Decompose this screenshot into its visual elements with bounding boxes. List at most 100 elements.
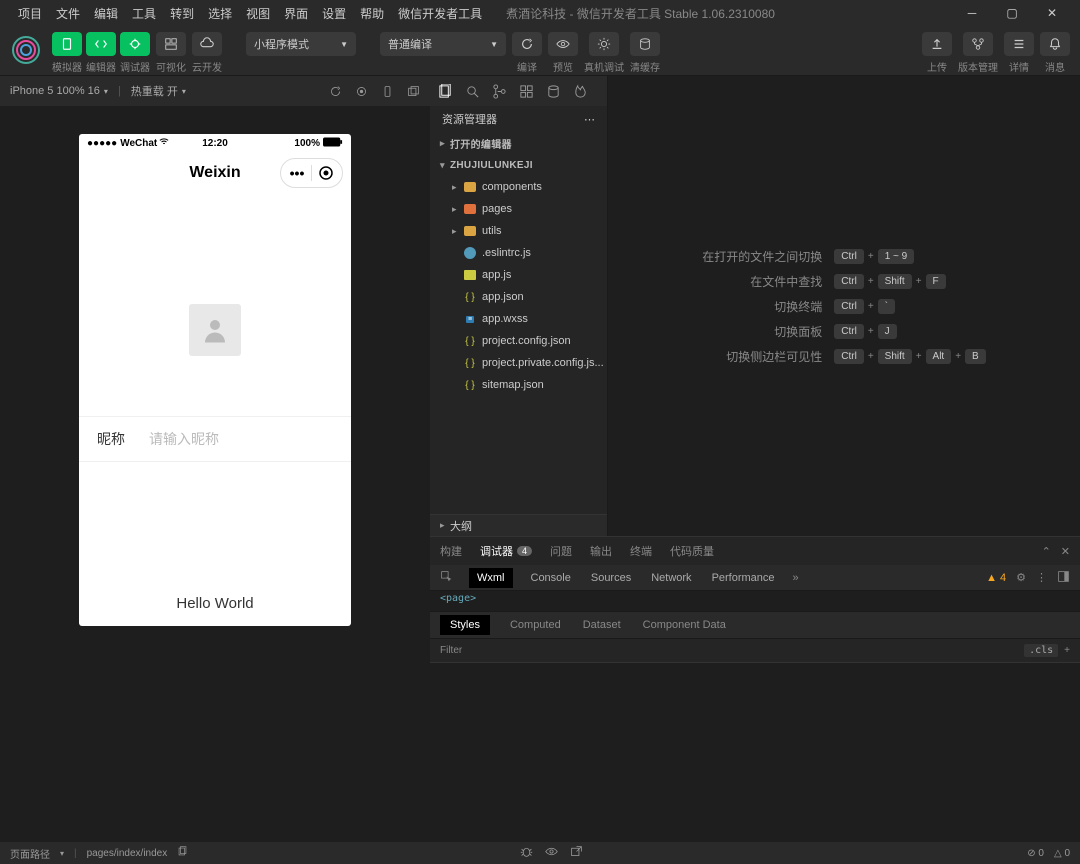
- chevron-up-icon[interactable]: ⌃: [1042, 545, 1051, 558]
- close-icon[interactable]: ✕: [1061, 545, 1070, 558]
- menu-tools[interactable]: 工具: [126, 3, 162, 24]
- refresh-icon[interactable]: [328, 84, 342, 98]
- devtools-tab-performance[interactable]: Performance: [710, 568, 777, 588]
- kebab-icon[interactable]: ⋮: [1036, 571, 1047, 584]
- menu-goto[interactable]: 转到: [164, 3, 200, 24]
- debugger-tab-代码质量[interactable]: 代码质量: [670, 543, 714, 559]
- styles-tab-computed[interactable]: Computed: [508, 615, 563, 635]
- compile-select[interactable]: 普通编译▼: [380, 32, 506, 56]
- mode-select[interactable]: 小程序模式▼: [246, 32, 356, 56]
- devtools-tab-console[interactable]: Console: [529, 568, 573, 588]
- file-app.json[interactable]: { }app.json: [430, 286, 607, 308]
- upload-button[interactable]: [922, 32, 952, 56]
- menu-select[interactable]: 选择: [202, 3, 238, 24]
- tab-debugger[interactable]: [120, 32, 150, 56]
- file-app.wxss[interactable]: ≡app.wxss: [430, 308, 607, 330]
- warning-count[interactable]: △ 0: [1054, 848, 1070, 859]
- page-path-value[interactable]: pages/index/index: [87, 848, 168, 859]
- menu-view[interactable]: 视图: [240, 3, 276, 24]
- record-icon[interactable]: [354, 84, 368, 98]
- maximize-button[interactable]: ▢: [992, 0, 1032, 26]
- editor-hint: 在打开的文件之间切换Ctrl+1 ~ 9: [702, 248, 985, 265]
- clear-cache-button[interactable]: [630, 32, 660, 56]
- minimize-button[interactable]: ─: [952, 0, 992, 26]
- tab-simulator-label: 模拟器: [52, 59, 82, 74]
- vcs-button[interactable]: [963, 32, 993, 56]
- file-.eslintrc.js[interactable]: .eslintrc.js: [430, 242, 607, 264]
- tab-visualize[interactable]: [156, 32, 186, 56]
- file-sitemap.json[interactable]: { }sitemap.json: [430, 374, 607, 396]
- compile-button[interactable]: [512, 32, 542, 56]
- cls-button[interactable]: .cls: [1024, 644, 1058, 657]
- nickname-input[interactable]: 请输入昵称: [149, 429, 219, 449]
- device-icon[interactable]: [380, 84, 394, 98]
- search-icon[interactable]: [465, 84, 480, 99]
- popout-icon[interactable]: [570, 845, 583, 861]
- menu-project[interactable]: 项目: [12, 3, 48, 24]
- devtools-tab-sources[interactable]: Sources: [589, 568, 633, 588]
- styles-tab-styles[interactable]: Styles: [440, 615, 490, 635]
- battery-label: 100%: [294, 138, 320, 149]
- debugger-tab-构建[interactable]: 构建: [440, 543, 462, 559]
- menu-help[interactable]: 帮助: [354, 3, 390, 24]
- styles-tab-dataset[interactable]: Dataset: [581, 615, 623, 635]
- tab-editor[interactable]: [86, 32, 116, 56]
- explorer-icon[interactable]: [438, 84, 453, 99]
- styles-tab-component-data[interactable]: Component Data: [641, 615, 728, 635]
- nickname-label: 昵称: [97, 429, 125, 449]
- folder-utils[interactable]: ▸utils: [430, 220, 607, 242]
- target-icon[interactable]: [312, 161, 340, 185]
- remote-debug-button[interactable]: [589, 32, 619, 56]
- debugger-tab-输出[interactable]: 输出: [590, 543, 612, 559]
- notify-button[interactable]: [1040, 32, 1070, 56]
- bug-icon[interactable]: [520, 845, 533, 861]
- menu-dots-icon[interactable]: •••: [283, 161, 311, 185]
- element-markup[interactable]: <page>: [430, 591, 1080, 611]
- project-section[interactable]: ▾ZHUJIULUNKEJI: [430, 154, 607, 176]
- error-count[interactable]: ⊘ 0: [1027, 848, 1044, 859]
- popout-icon[interactable]: [406, 84, 420, 98]
- tab-editor-label: 编辑器: [86, 59, 116, 74]
- folder-pages[interactable]: ▸pages: [430, 198, 607, 220]
- menu-file[interactable]: 文件: [50, 3, 86, 24]
- avatar-placeholder[interactable]: [189, 304, 241, 356]
- filter-input[interactable]: Filter: [440, 645, 1024, 656]
- debugger-tab-调试器[interactable]: 调试器 4: [480, 543, 532, 559]
- eye-icon[interactable]: [545, 845, 558, 861]
- copy-icon[interactable]: [177, 846, 188, 860]
- device-select[interactable]: iPhone 5 100% 16: [10, 85, 100, 97]
- open-editors-section[interactable]: ▸打开的编辑器: [430, 132, 607, 154]
- tab-cloud[interactable]: [192, 32, 222, 56]
- file-app.js[interactable]: app.js: [430, 264, 607, 286]
- folder-components[interactable]: ▸components: [430, 176, 607, 198]
- tab-simulator[interactable]: [52, 32, 82, 56]
- menu-edit[interactable]: 编辑: [88, 3, 124, 24]
- warning-badge[interactable]: ▲ 4: [986, 572, 1006, 584]
- menu-settings[interactable]: 设置: [316, 3, 352, 24]
- extensions-icon[interactable]: [519, 84, 534, 99]
- menu-interface[interactable]: 界面: [278, 3, 314, 24]
- git-icon[interactable]: [492, 84, 507, 99]
- db-icon[interactable]: [546, 84, 561, 99]
- preview-button[interactable]: [548, 32, 578, 56]
- gear-icon[interactable]: ⚙: [1016, 571, 1026, 584]
- devtools-tab-network[interactable]: Network: [649, 568, 693, 588]
- details-button[interactable]: [1004, 32, 1034, 56]
- nickname-row[interactable]: 昵称 请输入昵称: [79, 416, 351, 462]
- menu-devtools[interactable]: 微信开发者工具: [392, 3, 488, 24]
- devtools-tab-wxml[interactable]: Wxml: [469, 568, 513, 588]
- file-project.private.config.js...[interactable]: { }project.private.config.js...: [430, 352, 607, 374]
- fire-icon[interactable]: [573, 84, 588, 99]
- more-tabs-icon[interactable]: »: [793, 572, 799, 584]
- close-button[interactable]: ✕: [1032, 0, 1072, 26]
- file-project.config.json[interactable]: { }project.config.json: [430, 330, 607, 352]
- add-style-icon[interactable]: +: [1064, 645, 1070, 656]
- outline-section[interactable]: ▸大纲: [430, 514, 607, 536]
- debugger-tab-终端[interactable]: 终端: [630, 543, 652, 559]
- devtools-tabs: Wxml Console Sources Network Performance » ▲…: [430, 565, 1080, 591]
- dock-icon[interactable]: [1057, 570, 1070, 586]
- inspect-icon[interactable]: [440, 570, 453, 586]
- hot-reload-toggle[interactable]: 热重载 开: [131, 83, 178, 99]
- more-icon[interactable]: ⋯: [584, 113, 595, 126]
- debugger-tab-问题[interactable]: 问题: [550, 543, 572, 559]
